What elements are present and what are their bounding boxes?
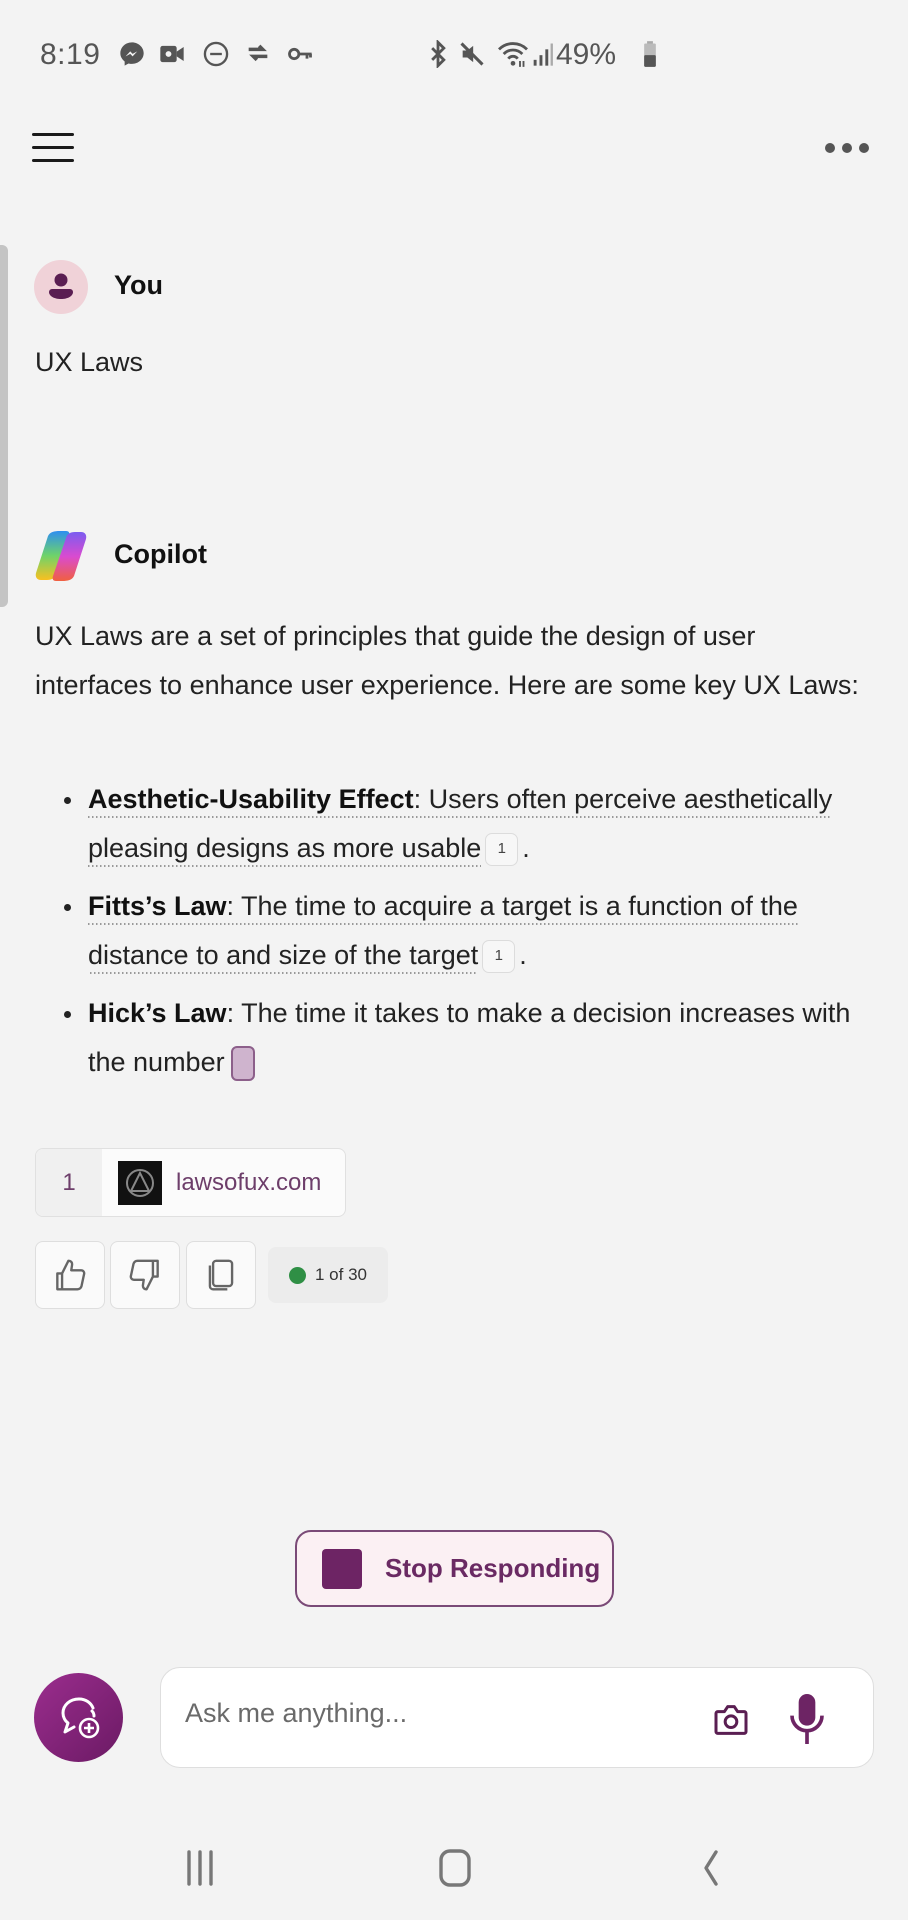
stop-responding-label: Stop Responding bbox=[385, 1553, 601, 1583]
thumbs-up-button[interactable] bbox=[35, 1241, 105, 1309]
law-term: Hick’s Law bbox=[88, 998, 227, 1028]
ask-input[interactable] bbox=[185, 1688, 705, 1738]
list-item: Fitts’s Law: The time to acquire a targe… bbox=[53, 882, 863, 980]
turn-counter-text: 1 of 30 bbox=[315, 1265, 367, 1284]
messenger-icon bbox=[118, 40, 146, 68]
status-time: 8:19 bbox=[40, 38, 101, 71]
copy-icon bbox=[208, 1259, 234, 1291]
scrollbar[interactable] bbox=[0, 245, 8, 607]
typing-cursor bbox=[230, 1046, 255, 1082]
vpn-sync-icon bbox=[244, 40, 272, 68]
source-number: 1 bbox=[36, 1149, 102, 1216]
law-term: Fitts’s Law bbox=[88, 891, 227, 921]
video-call-icon bbox=[158, 40, 186, 68]
battery-percent: 49% bbox=[556, 38, 617, 71]
user-avatar bbox=[34, 260, 88, 314]
home-icon[interactable] bbox=[433, 1848, 477, 1888]
copy-button[interactable] bbox=[186, 1241, 256, 1309]
source-card[interactable]: 1 lawsofux.com bbox=[35, 1148, 346, 1217]
mute-icon bbox=[458, 40, 486, 68]
copilot-logo-icon bbox=[34, 530, 88, 582]
more-options-icon[interactable] bbox=[822, 136, 872, 160]
do-not-disturb-icon bbox=[202, 40, 230, 68]
citation-badge[interactable]: 1 bbox=[485, 833, 519, 867]
source-domain: lawsofux.com bbox=[176, 1168, 322, 1196]
status-dot bbox=[289, 1266, 306, 1284]
turn-counter: 1 of 30 bbox=[268, 1247, 388, 1303]
signal-icon bbox=[532, 40, 554, 68]
assistant-intro: UX Laws are a set of principles that gui… bbox=[35, 621, 859, 700]
key-icon bbox=[286, 40, 314, 68]
new-topic-icon bbox=[61, 1697, 99, 1738]
thumbs-up-icon bbox=[56, 1259, 86, 1291]
citation-badge[interactable]: 1 bbox=[482, 940, 516, 974]
user-name: You bbox=[114, 270, 163, 300]
new-topic-button[interactable] bbox=[34, 1673, 123, 1762]
back-icon[interactable] bbox=[688, 1848, 732, 1888]
punctuation: . bbox=[519, 940, 527, 970]
composer bbox=[160, 1667, 874, 1768]
law-term: Aesthetic-Usability Effect bbox=[88, 784, 414, 814]
user-message: UX Laws bbox=[35, 347, 144, 377]
status-bar: 8:19 49% bbox=[0, 0, 908, 110]
lawsofux-favicon-icon bbox=[118, 1160, 162, 1205]
ux-laws-list: Aesthetic-Usability Effect: Users often … bbox=[53, 775, 863, 1096]
thumbs-down-icon bbox=[129, 1259, 159, 1291]
punctuation: . bbox=[522, 833, 530, 863]
wifi-icon bbox=[496, 40, 530, 68]
stop-icon bbox=[322, 1548, 362, 1589]
battery-icon bbox=[641, 40, 659, 68]
list-item: Hick’s Law: The time it takes to make a … bbox=[53, 989, 863, 1087]
bluetooth-icon bbox=[424, 40, 452, 68]
microphone-icon[interactable] bbox=[787, 1690, 827, 1748]
recent-apps-icon[interactable] bbox=[180, 1848, 224, 1888]
stop-responding-button[interactable]: Stop Responding bbox=[295, 1530, 614, 1607]
list-item: Aesthetic-Usability Effect: Users often … bbox=[53, 775, 863, 873]
thumbs-down-button[interactable] bbox=[110, 1241, 180, 1309]
hamburger-menu-icon[interactable] bbox=[30, 130, 76, 164]
camera-icon[interactable] bbox=[711, 1700, 751, 1740]
assistant-name: Copilot bbox=[114, 539, 207, 569]
